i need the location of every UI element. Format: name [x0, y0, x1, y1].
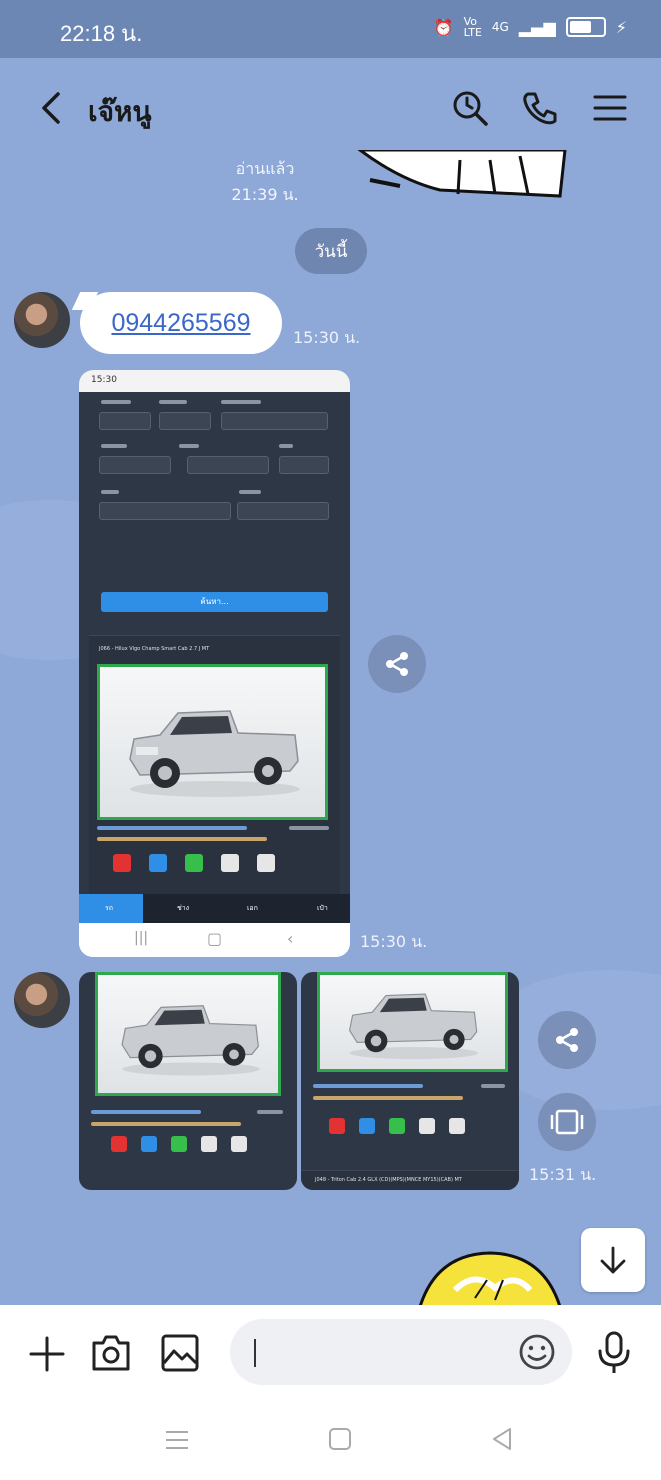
pickup-truck-icon — [348, 993, 479, 1060]
message-time: 15:30 น. — [293, 328, 361, 347]
date-chip: วันนี้ — [295, 228, 367, 274]
message-input[interactable] — [230, 1319, 572, 1385]
screenshot-search-button: ค้นหา... — [101, 592, 328, 612]
car-photo — [317, 972, 508, 1072]
status-bar: 22:18 น. ⏰ Vo LTE 4G ▂▄▆ ⚡ — [0, 0, 661, 58]
charging-icon: ⚡ — [615, 17, 627, 37]
signal-label: 4G — [491, 20, 509, 34]
alarm-icon: ⏰ — [433, 17, 454, 37]
microphone-icon[interactable] — [596, 1331, 632, 1375]
screenshot-tab-label: ช่าง — [177, 904, 190, 912]
pickup-truck-icon — [129, 710, 300, 797]
recent-apps-icon[interactable] — [164, 1427, 190, 1453]
home-icon[interactable] — [328, 1427, 352, 1451]
status-time: 22:18 น. — [60, 21, 143, 46]
camera-icon[interactable] — [90, 1333, 132, 1373]
screenshot-tab-label: เอก — [247, 904, 258, 912]
pickup-truck-icon — [121, 1005, 260, 1076]
image-message[interactable]: 15:30 ค้นหา... J066 - Hilux Vigo Champ S… — [79, 370, 350, 957]
image-icon[interactable] — [160, 1333, 200, 1373]
chat-header: เจ๊หนู — [0, 58, 661, 158]
bubble-tail — [71, 292, 99, 310]
volte-icon: Vo LTE — [463, 15, 482, 39]
sticker-fragment — [357, 150, 567, 198]
album-icon — [550, 1109, 584, 1135]
avatar[interactable] — [14, 972, 70, 1028]
arrow-down-icon — [600, 1246, 626, 1274]
system-navigation-bar — [0, 1405, 661, 1480]
image-thumbnail[interactable]: J048 - Triton Cab 2.4 GLX (CD)(MPS)(MNCE… — [301, 972, 519, 1190]
screenshot-content: 15:30 ค้นหา... J066 - Hilux Vigo Champ S… — [79, 370, 350, 924]
phone-call-icon[interactable] — [520, 88, 560, 128]
car-photo — [95, 972, 281, 1096]
scroll-to-bottom-button[interactable] — [581, 1228, 645, 1292]
emoji-icon[interactable] — [518, 1333, 556, 1371]
next-listing-title: J048 - Triton Cab 2.4 GLX (CD)(MPS)(MNCE… — [315, 1177, 462, 1183]
avatar[interactable] — [14, 292, 70, 348]
next-listing-header: J048 - Triton Cab 2.4 GLX (CD)(MPS)(MNCE… — [301, 1170, 519, 1190]
menu-icon[interactable] — [590, 88, 630, 128]
album-button[interactable] — [538, 1093, 596, 1151]
phone-number-link[interactable]: 0944265569 — [111, 309, 250, 338]
read-receipt: อ่านแล้ว 21:39 น. — [230, 156, 300, 208]
progress-steps — [111, 1136, 247, 1152]
share-icon — [556, 1028, 578, 1052]
read-label: อ่านแล้ว — [235, 159, 295, 178]
screenshot-tab-label: รถ — [105, 904, 113, 912]
chat-area[interactable]: อ่านแล้ว 21:39 น. วันนี้ 0944265569 15:3… — [0, 150, 661, 1305]
progress-steps — [113, 854, 275, 872]
screenshot-statusbar: 15:30 — [79, 370, 350, 392]
screenshot-time: 15:30 — [91, 375, 117, 385]
chat-title: เจ๊หนู — [88, 95, 152, 128]
sticker-fragment — [419, 1251, 561, 1305]
progress-steps — [329, 1118, 465, 1134]
car-photo — [97, 664, 328, 820]
back-arrow-icon[interactable] — [36, 88, 76, 128]
screenshot-tabbar: รถ ช่าง เอก เป๋า — [79, 894, 350, 924]
image-thumbnail[interactable] — [79, 972, 297, 1190]
message-time: 15:31 น. — [529, 1165, 597, 1184]
history-search-icon[interactable] — [450, 88, 490, 128]
message-time: 15:30 น. — [360, 932, 428, 951]
signal-icon: ▂▄▆ — [518, 17, 556, 37]
screenshot-navbar: ||| ▢ ‹ — [79, 923, 350, 957]
read-time: 21:39 น. — [231, 185, 299, 204]
screenshot-listing-title: J066 - Hilux Vigo Champ Smart Cab 2.7 J … — [99, 646, 210, 652]
screenshot-search-label: ค้นหา... — [200, 597, 229, 606]
message-bubble[interactable]: 0944265569 — [71, 292, 282, 354]
text-cursor — [254, 1339, 256, 1367]
screenshot-tab-label: เป๋า — [317, 904, 328, 912]
share-button[interactable] — [368, 635, 426, 693]
plus-icon[interactable] — [28, 1335, 66, 1373]
share-button[interactable] — [538, 1011, 596, 1069]
back-triangle-icon[interactable] — [490, 1427, 514, 1451]
battery-icon — [565, 17, 606, 37]
screenshot-listing-card: J066 - Hilux Vigo Champ Smart Cab 2.7 J … — [89, 635, 340, 896]
message-input-bar — [0, 1305, 661, 1405]
status-icons: ⏰ Vo LTE 4G ▂▄▆ ⚡ — [434, 16, 627, 38]
share-icon — [386, 652, 408, 676]
